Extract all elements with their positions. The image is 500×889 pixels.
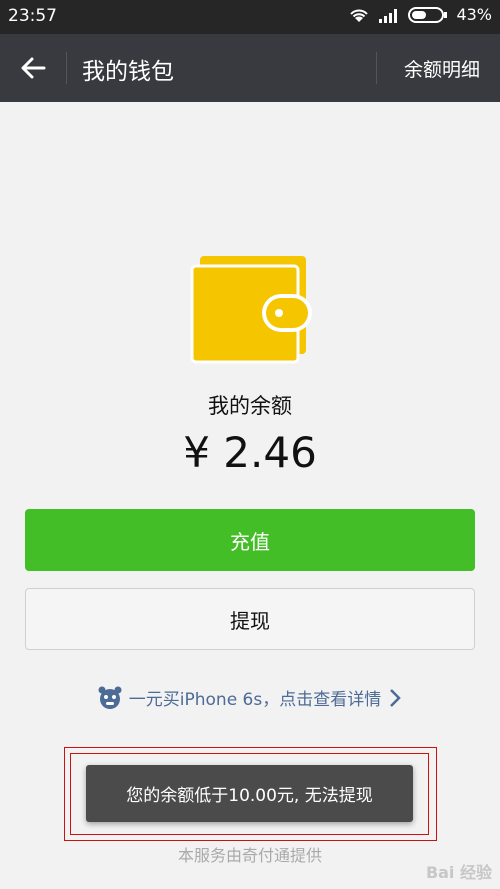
balance-label: 我的余额 — [208, 394, 292, 418]
recharge-button[interactable]: 充值 — [25, 509, 475, 571]
balance-amount: ¥ 2.46 — [183, 428, 317, 477]
battery-icon — [408, 6, 448, 23]
watermark: Bai 经验 — [425, 863, 492, 882]
page-title: 我的钱包 — [82, 59, 174, 85]
appbar-divider — [66, 52, 67, 84]
withdraw-button[interactable]: 提现 — [25, 588, 475, 650]
balance-details-link[interactable]: 余额明细 — [404, 55, 480, 82]
wallet-icon — [188, 254, 312, 368]
status-icons: 43% — [348, 5, 492, 24]
appbar-divider — [376, 52, 377, 84]
mascot-icon — [98, 686, 122, 709]
back-button[interactable] — [18, 54, 50, 82]
battery-level: 43% — [456, 5, 492, 24]
app-bar: 我的钱包 余额明细 — [0, 34, 500, 102]
promo-link[interactable]: 一元买iPhone 6s，点击查看详情 — [0, 685, 500, 710]
toast-message: 您的余额低于10.00元, 无法提现 — [86, 765, 413, 822]
wifi-icon — [350, 9, 369, 22]
arrow-left-icon — [21, 57, 46, 79]
signal-icon — [379, 8, 398, 23]
chevron-right-icon — [390, 688, 402, 707]
status-bar: 23:57 43% — [0, 0, 500, 34]
status-time: 23:57 — [8, 6, 57, 26]
promo-text: 一元买iPhone 6s，点击查看详情 — [128, 690, 382, 710]
